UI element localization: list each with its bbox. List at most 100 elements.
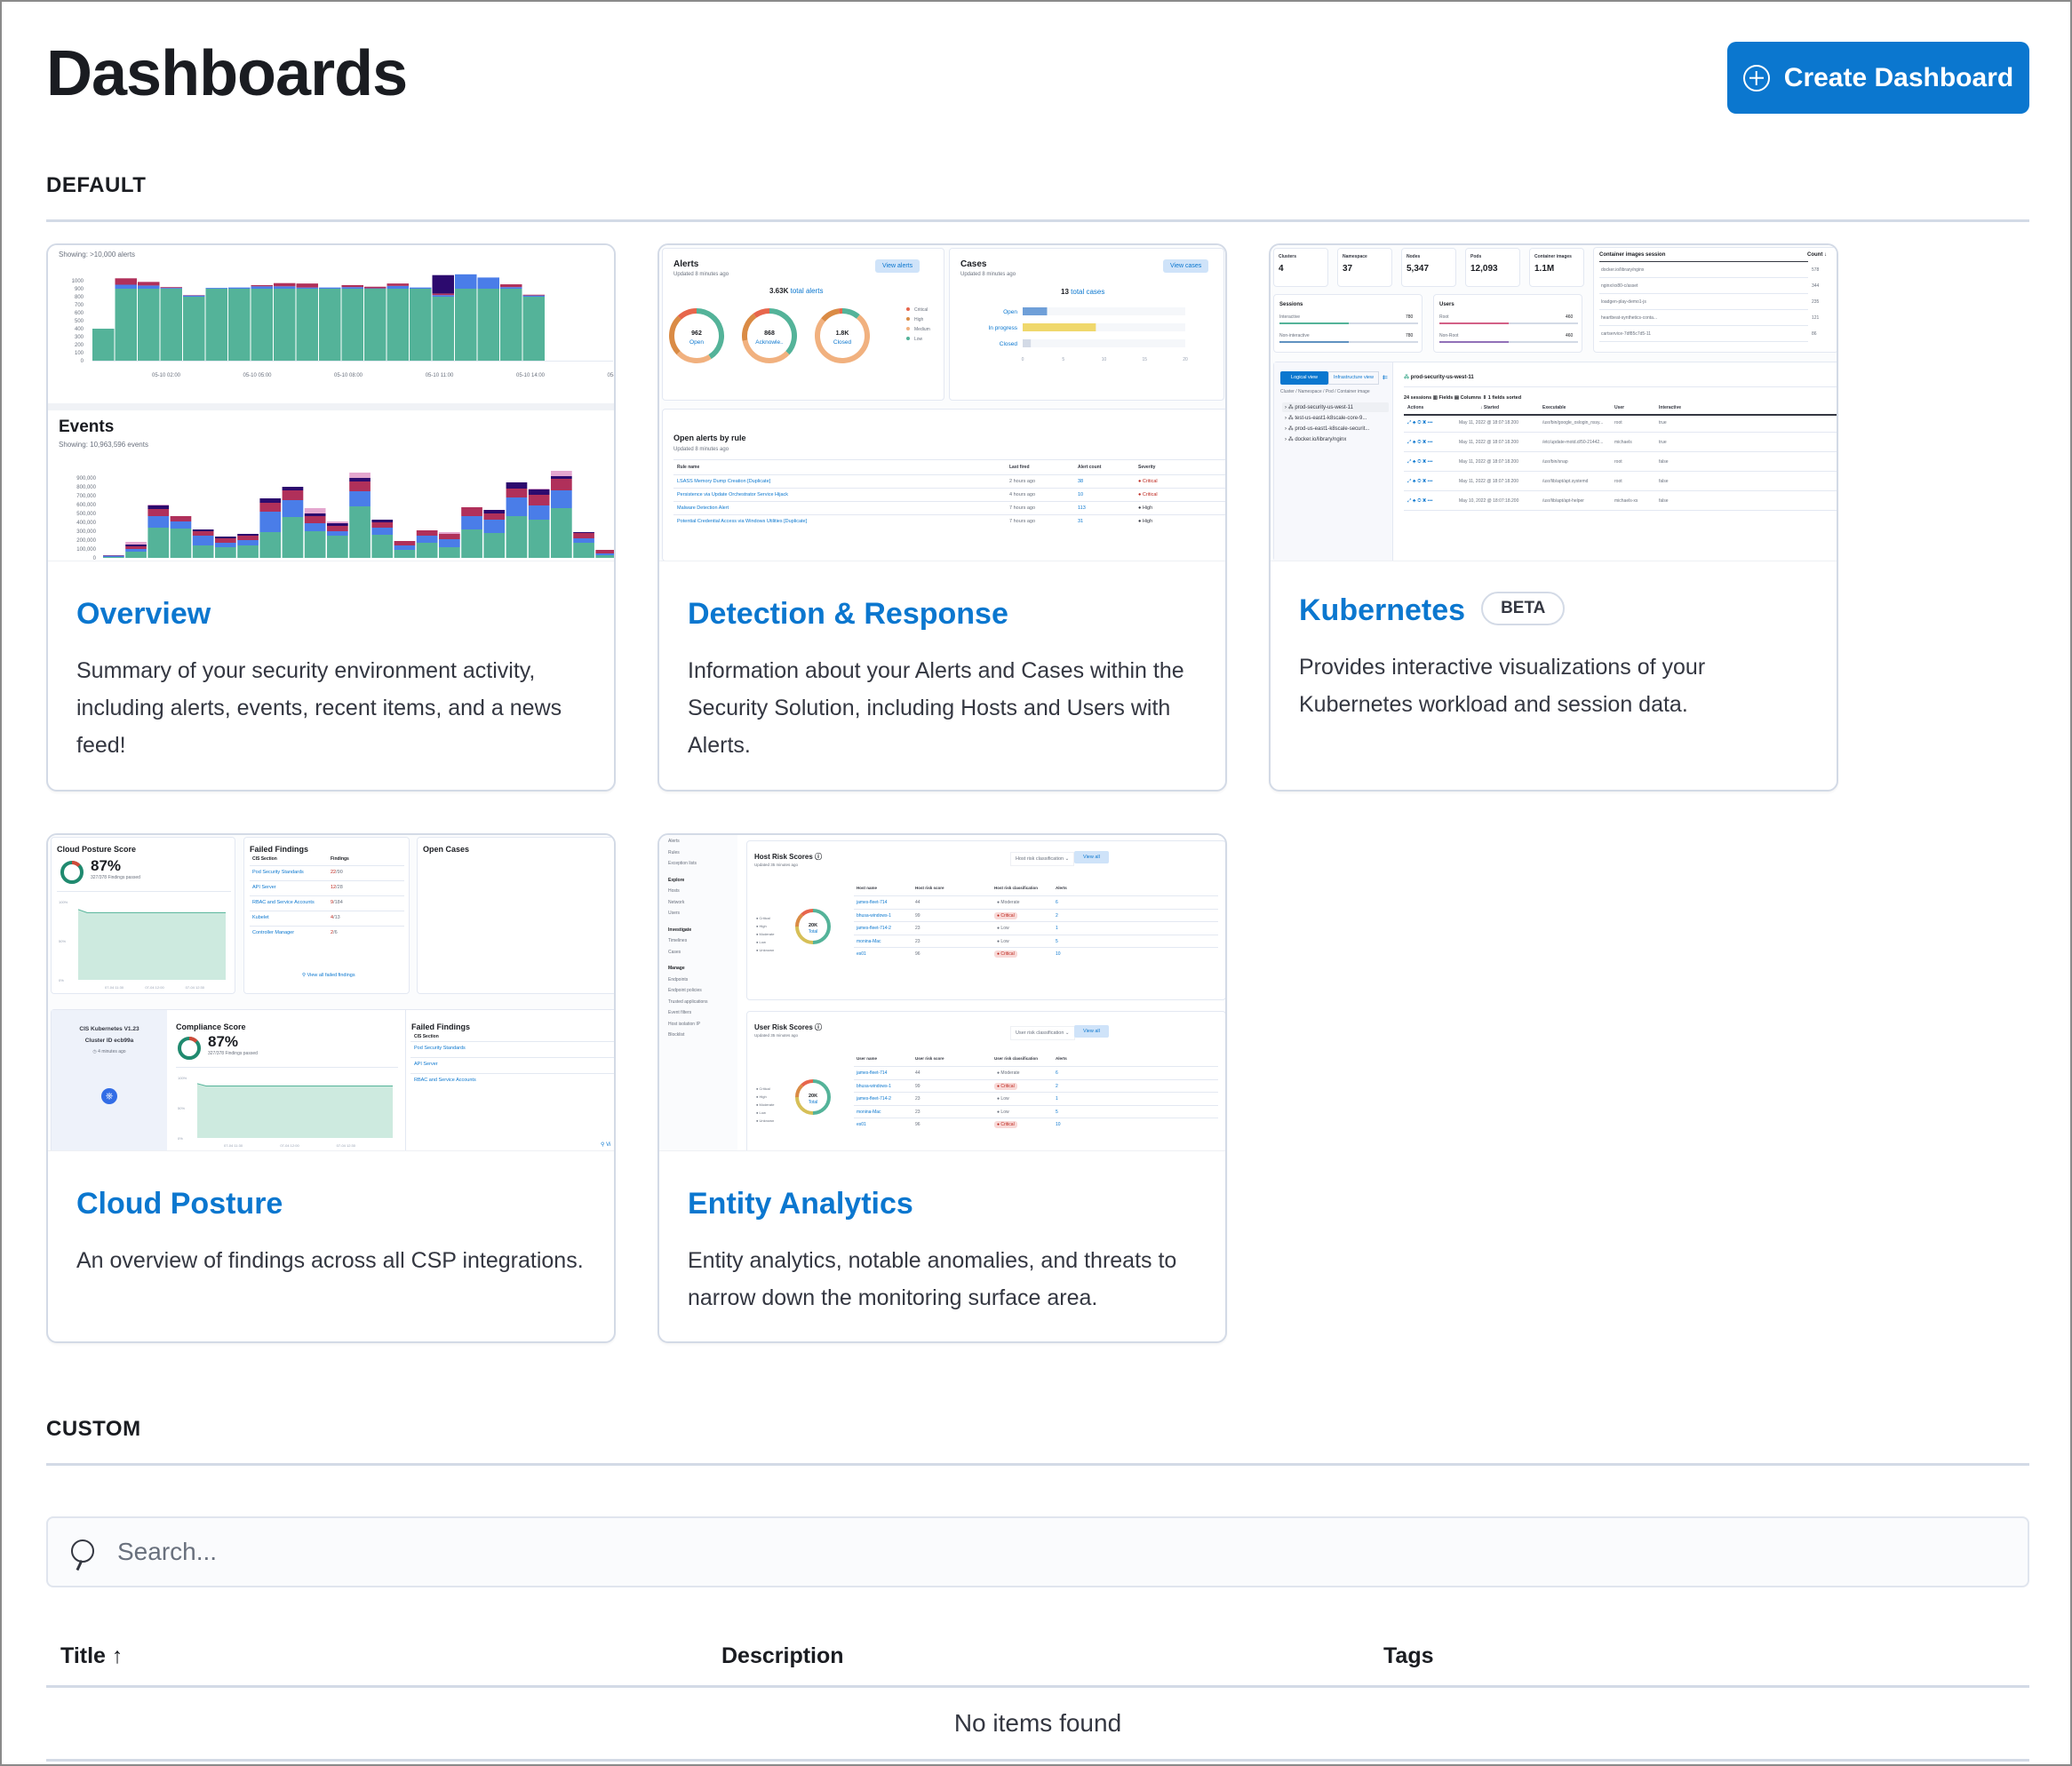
session-value: 780 bbox=[1406, 333, 1414, 338]
card-description: Provides interactive visualizations of y… bbox=[1299, 655, 1706, 717]
event-bar-segment bbox=[528, 495, 550, 505]
x-tick: 20 bbox=[1183, 357, 1188, 362]
svg-text:20K: 20K bbox=[809, 923, 817, 928]
rule-alert-count: 31 bbox=[1078, 519, 1084, 524]
column-header-title[interactable]: Title ↑ bbox=[60, 1643, 123, 1669]
dashboard-card-cloud-posture[interactable]: Cloud Posture Score 87% 327/378 Findings… bbox=[46, 833, 616, 1343]
user-value: 460 bbox=[1566, 314, 1574, 320]
case-bar-label: Closed bbox=[1000, 341, 1018, 347]
event-bar-segment bbox=[349, 481, 371, 491]
nav-item: Timelines bbox=[668, 938, 688, 943]
column-header-description[interactable]: Description bbox=[721, 1643, 844, 1669]
entity-name-link: es01 bbox=[857, 1122, 866, 1127]
alert-bar-segment bbox=[341, 287, 363, 289]
alerts-count: 6 bbox=[1056, 1070, 1058, 1076]
row-interactive: true bbox=[1659, 420, 1667, 426]
row-interactive: false bbox=[1659, 459, 1669, 465]
risk-score: 96 bbox=[915, 1122, 920, 1127]
event-bar-segment bbox=[327, 526, 348, 531]
event-bar-segment bbox=[215, 537, 236, 538]
search-input[interactable] bbox=[117, 1518, 1983, 1586]
rule-alert-count: 38 bbox=[1078, 479, 1084, 484]
legend-item: ● Unknown bbox=[756, 1118, 775, 1123]
nav-item: Event filters bbox=[668, 1010, 692, 1015]
case-bar bbox=[1023, 339, 1032, 347]
dashboard-card-overview[interactable]: Showing: >10,000 alerts 1000 900 800 700 600… bbox=[46, 243, 616, 792]
alert-bar-segment bbox=[455, 289, 477, 361]
row-user: michaels bbox=[1614, 440, 1632, 445]
create-dashboard-button[interactable]: Create Dashboard bbox=[1727, 42, 2029, 114]
column-header-tags[interactable]: Tags bbox=[1383, 1643, 1434, 1669]
card-title-text[interactable]: Kubernetes bbox=[1299, 593, 1465, 627]
alert-bar-segment bbox=[341, 289, 363, 361]
entity-name-link: james-fleet-714-2 bbox=[857, 1096, 891, 1102]
section-divider bbox=[46, 1463, 2029, 1466]
legend-item: ● Critical bbox=[756, 916, 770, 920]
row-interactive: false bbox=[1659, 498, 1669, 504]
card-title-link[interactable]: Cloud Posture bbox=[76, 1187, 283, 1221]
event-bar-segment bbox=[192, 531, 214, 536]
x-tick: 07-04 12:30 bbox=[186, 985, 205, 990]
risk-classification: ● Critical bbox=[994, 911, 1017, 919]
event-bar-segment bbox=[237, 540, 259, 545]
search-field[interactable] bbox=[46, 1516, 2029, 1587]
alert-bar-segment bbox=[522, 295, 545, 297]
alert-bar-segment bbox=[138, 282, 160, 286]
legend-item: ● Moderate bbox=[756, 932, 775, 936]
events-showing-text: Showing: 10,963,596 events bbox=[59, 441, 148, 449]
event-bar-segment bbox=[103, 555, 124, 556]
tree-item: › ⁂ prod-security-us-west-11 bbox=[1282, 402, 1389, 412]
dashboard-card-detection-response[interactable]: Alerts Updated 8 minutes ago View alerts… bbox=[657, 243, 1227, 792]
alert-bar-segment bbox=[500, 287, 522, 289]
rule-last-fired: 7 hours ago bbox=[1009, 505, 1036, 511]
dashboard-card-entity-analytics[interactable]: Host Risk Scores ⓘ Updated 35 minutes ag… bbox=[657, 833, 1227, 1343]
x-tick: 07-04 12:00 bbox=[145, 985, 164, 990]
cases-bar-chart: Open In progress Closed 0 5 10 15 20 bbox=[988, 307, 1188, 362]
alert-bar-segment bbox=[410, 289, 432, 361]
card-title-link[interactable]: Kubernetes BETA bbox=[1299, 592, 1566, 629]
y-tick: 900 bbox=[75, 287, 84, 292]
card-thumbnail-kubernetes: Clusters 4 Namespace 37 Nodes 5,347 Pods 12,093… bbox=[1271, 245, 1837, 561]
table-bottom-divider bbox=[46, 1759, 2029, 1762]
y-tick: 700,000 bbox=[76, 494, 96, 499]
y-tick: 800 bbox=[75, 295, 84, 300]
rule-last-fired: 7 hours ago bbox=[1009, 519, 1036, 524]
stat-value: 12,093 bbox=[1470, 264, 1498, 274]
x-tick: 07-04 11:30 bbox=[105, 985, 124, 990]
card-title-link[interactable]: Detection & Response bbox=[688, 597, 1008, 632]
beta-badge: BETA bbox=[1481, 592, 1566, 626]
card-title-link[interactable]: Entity Analytics bbox=[688, 1187, 913, 1221]
legend-item: High bbox=[914, 317, 924, 322]
user-label: Non-Root bbox=[1439, 333, 1459, 338]
x-tick: 05-10 17:00 bbox=[607, 373, 614, 378]
alert-bar-segment bbox=[296, 289, 318, 361]
nav-item: Explore bbox=[668, 877, 685, 883]
stat-panel: Pods 12,093 bbox=[1465, 248, 1520, 287]
tree-item: › ⁂ prod-us-east1-k8scale-securit... bbox=[1285, 426, 1370, 432]
event-bar-segment bbox=[170, 516, 192, 521]
alert-bar-segment bbox=[115, 289, 137, 361]
alert-bar-segment bbox=[432, 293, 454, 296]
cluster-panel: CIS Kubernetes V1.23 Cluster ID ecb99a ◷… bbox=[51, 1009, 614, 1150]
x-tick: 0 bbox=[1022, 357, 1024, 362]
alerts-count: 1 bbox=[1056, 1096, 1058, 1102]
alert-bar-segment bbox=[251, 286, 273, 289]
alert-bar-segment bbox=[138, 285, 160, 289]
risk-column-header: Alerts bbox=[1056, 886, 1067, 890]
area-line bbox=[77, 909, 226, 913]
section-label-default: DEFAULT bbox=[46, 173, 147, 197]
card-title-link[interactable]: Overview bbox=[76, 597, 211, 632]
alert-bar-segment bbox=[296, 283, 318, 288]
y-tick: 400 bbox=[75, 327, 84, 332]
page-title: Dashboards bbox=[46, 38, 408, 109]
dashboard-card-kubernetes[interactable]: Clusters 4 Namespace 37 Nodes 5,347 Pods 12,093… bbox=[1269, 243, 1838, 792]
nav-item: Blocklist bbox=[668, 1032, 685, 1038]
rule-severity: ● Critical bbox=[1138, 479, 1158, 484]
event-bar-segment bbox=[416, 536, 438, 543]
event-bar-segment bbox=[125, 545, 147, 546]
y-tick: 300,000 bbox=[76, 529, 96, 535]
user-value: 460 bbox=[1566, 333, 1574, 338]
failed-section-link: Controller Manager bbox=[252, 930, 295, 935]
alert-bar-segment bbox=[251, 284, 273, 287]
case-bar bbox=[1023, 323, 1096, 331]
